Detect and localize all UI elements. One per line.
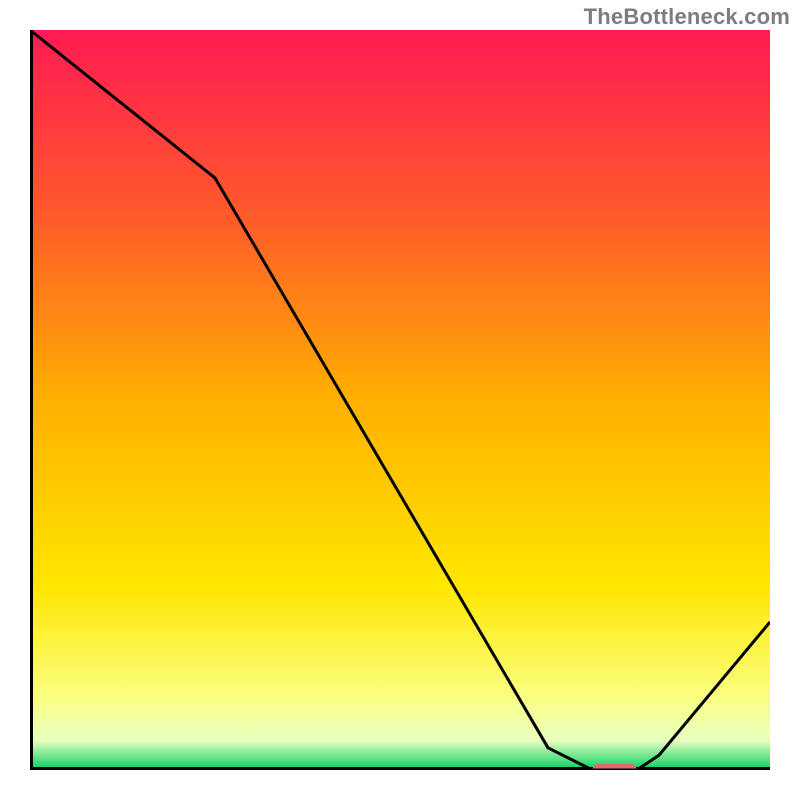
chart-svg [30,30,770,770]
chart-frame: TheBottleneck.com [0,0,800,800]
watermark-text: TheBottleneck.com [584,4,790,30]
chart-plot [30,30,770,770]
gradient-fill [30,30,770,770]
